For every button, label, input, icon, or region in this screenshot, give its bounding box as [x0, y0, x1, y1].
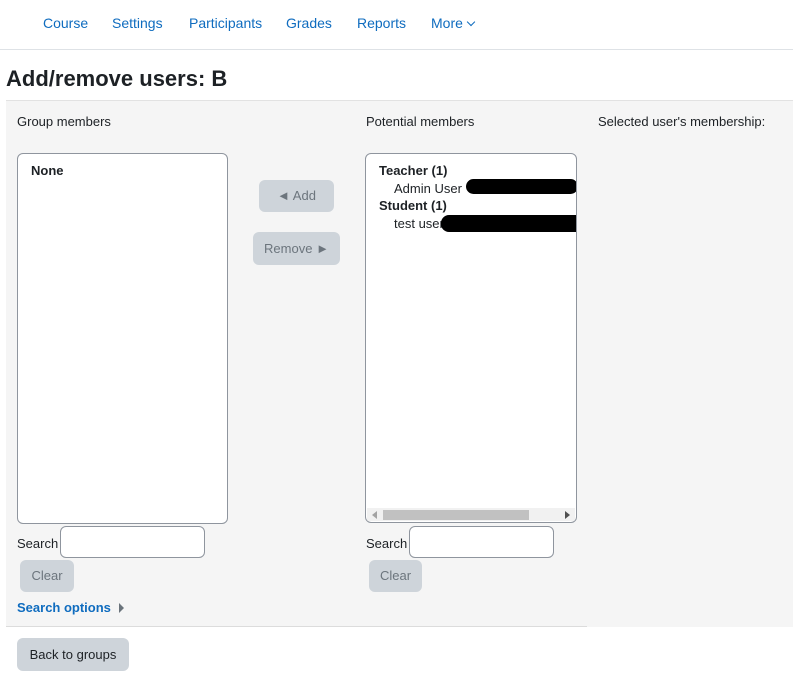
remove-button[interactable]: Remove ►: [253, 232, 340, 265]
caret-right-icon: [118, 603, 124, 613]
potential-members-label: Potential members: [366, 114, 475, 129]
group-members-search-input[interactable]: [60, 526, 205, 558]
chevron-down-icon: [466, 17, 476, 27]
group-members-clear-button[interactable]: Clear: [20, 560, 74, 592]
scroll-left-icon[interactable]: [372, 511, 377, 519]
nav-settings[interactable]: Settings: [112, 15, 163, 31]
optgroup-label: Student (1): [379, 198, 447, 213]
search-options-toggle[interactable]: Search options: [17, 600, 124, 615]
redaction-mark: [466, 179, 576, 194]
nav-grades[interactable]: Grades: [286, 15, 332, 31]
potential-search-label: Search: [366, 536, 408, 551]
back-to-groups-button[interactable]: Back to groups: [17, 638, 129, 671]
list-item[interactable]: Admin User: [394, 181, 462, 196]
search-options-label: Search options: [17, 600, 111, 615]
redaction-mark: [441, 215, 576, 232]
potential-members-search-input[interactable]: [409, 526, 554, 558]
group-members-listbox[interactable]: None: [17, 153, 228, 524]
add-button[interactable]: ◄ Add: [259, 180, 334, 212]
scroll-right-icon[interactable]: [565, 511, 570, 519]
selected-user-membership-label: Selected user's membership:: [598, 114, 766, 129]
nav-reports[interactable]: Reports: [357, 15, 406, 31]
nav-more[interactable]: More: [431, 15, 476, 31]
potential-members-listbox[interactable]: Teacher (1) Admin User Student (1) test …: [365, 153, 577, 523]
secondary-navigation: Course Settings Participants Grades Repo…: [0, 0, 793, 50]
list-item[interactable]: None: [31, 163, 64, 178]
group-members-label: Group members: [17, 114, 111, 129]
nav-more-label: More: [431, 15, 463, 31]
divider: [6, 626, 587, 627]
potential-members-clear-button[interactable]: Clear: [369, 560, 422, 592]
group-search-label: Search: [17, 536, 59, 551]
page-title: Add/remove users: B: [6, 66, 228, 91]
scrollbar-thumb[interactable]: [383, 510, 529, 520]
optgroup-label: Teacher (1): [379, 163, 448, 178]
horizontal-scrollbar[interactable]: [367, 508, 575, 521]
list-item[interactable]: test user: [394, 216, 444, 231]
nav-course[interactable]: Course: [43, 15, 88, 31]
nav-participants[interactable]: Participants: [189, 15, 262, 31]
